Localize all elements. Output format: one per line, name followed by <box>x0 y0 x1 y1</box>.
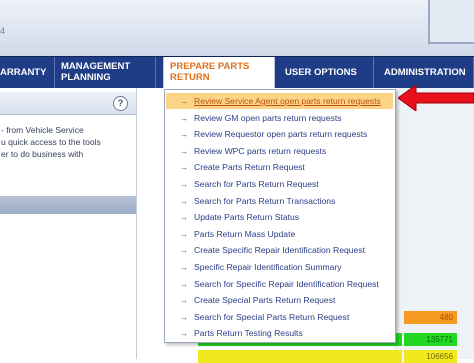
menu-item-label: Update Parts Return Status <box>194 212 300 223</box>
menu-item-label: Search for Parts Return Transactions <box>194 195 336 206</box>
menu-item-review-gm[interactable]: → Review GM open parts return requests <box>166 110 393 126</box>
tab-label: PREPARE PARTS RETURN <box>170 61 250 83</box>
tab-label: USER OPTIONS <box>285 67 357 78</box>
tab-management-planning[interactable]: MANAGEMENT PLANNING <box>55 57 156 89</box>
arrow-icon: → <box>180 180 188 189</box>
menu-item-label: Search for Special Parts Return Request <box>194 311 350 322</box>
tab-prepare-parts-return[interactable]: PREPARE PARTS RETURN <box>163 57 275 89</box>
menu-item-label: Parts Return Mass Update <box>194 228 296 239</box>
arrow-icon: → <box>180 229 188 239</box>
arrow-icon: → <box>180 263 188 272</box>
menu-item-update-status[interactable]: → Update Parts Return Status <box>166 209 393 225</box>
left-panel-intro: - from Vehicle Service u quick access to… <box>1 124 137 160</box>
menu-item-review-requestor[interactable]: → Review Requestor open parts return requ… <box>166 126 393 142</box>
menu-item-label: Specific Repair Identification Summary <box>194 262 342 272</box>
menu-item-search-transactions[interactable]: → Search for Parts Return Transactions <box>166 193 393 209</box>
menu-item-search-special-request[interactable]: → Search for Special Parts Return Request <box>166 309 393 325</box>
app-header: 4 <box>0 0 474 56</box>
menu-item-label: Search for Specific Repair Identificatio… <box>194 278 379 289</box>
intro-line: er to do business with <box>1 149 84 159</box>
help-icon[interactable]: ? <box>113 96 128 111</box>
yellow-value-cell: 106656 <box>404 350 457 363</box>
pointer-arrow-icon <box>398 85 474 111</box>
menu-item-label: Review GM open parts return requests <box>194 112 342 123</box>
green-value-cell: 135771 <box>404 333 457 346</box>
yellow-progress-bar <box>198 350 402 363</box>
tab-user-options[interactable]: USER OPTIONS <box>275 57 374 89</box>
menu-item-label: Review Requestor open parts return reque… <box>194 129 368 140</box>
tab-warranty[interactable]: ARRANTY <box>0 57 55 89</box>
menu-item-label: Search for Parts Return Request <box>194 179 319 189</box>
menu-item-label: Review Service Agent open parts return r… <box>194 96 381 106</box>
arrow-icon: → <box>180 213 188 223</box>
menu-item-testing-results[interactable]: → Parts Return Testing Results <box>166 325 393 341</box>
tab-label: MANAGEMENT PLANNING <box>61 61 131 83</box>
menu-item-label: Parts Return Testing Results <box>194 328 303 339</box>
left-panel-header: ? <box>0 92 136 115</box>
menu-item-search-sri-request[interactable]: → Search for Specific Repair Identificati… <box>166 276 393 292</box>
menu-item-search-return-request[interactable]: → Search for Parts Return Request <box>166 176 393 192</box>
header-logo-area <box>428 0 474 44</box>
arrow-icon: → <box>180 296 188 306</box>
intro-line: - from Vehicle Service <box>1 125 84 135</box>
menu-item-review-service-agent[interactable]: → Review Service Agent open parts return … <box>166 93 393 109</box>
arrow-icon: → <box>180 146 188 156</box>
arrow-icon: → <box>180 196 188 206</box>
intro-line: u quick access to the tools <box>1 137 101 147</box>
tab-label: ARRANTY <box>0 67 47 78</box>
menu-item-create-return-request[interactable]: → Create Parts Return Request <box>166 159 393 175</box>
arrow-icon: → <box>180 279 188 289</box>
orange-value-cell: 480 <box>404 311 457 324</box>
menu-item-mass-update[interactable]: → Parts Return Mass Update <box>166 226 393 242</box>
arrow-icon: → <box>180 130 188 140</box>
arrow-icon: → <box>180 97 188 106</box>
arrow-icon: → <box>180 163 188 173</box>
arrow-icon: → <box>180 113 188 123</box>
arrow-icon: → <box>180 312 188 322</box>
menu-item-label: Create Specific Repair Identification Re… <box>194 245 366 256</box>
left-panel-section-bar <box>0 196 136 214</box>
menu-item-create-sri-request[interactable]: → Create Specific Repair Identification R… <box>166 242 393 258</box>
menu-item-create-special-request[interactable]: → Create Special Parts Return Request <box>166 292 393 308</box>
header-partial-text: 4 <box>0 26 6 36</box>
left-panel: ? - from Vehicle Service u quick access … <box>0 88 137 359</box>
menu-item-label: Create Parts Return Request <box>194 162 305 173</box>
prepare-parts-return-menu: → Review Service Agent open parts return … <box>164 89 396 343</box>
menu-item-review-wpc[interactable]: → Review WPC parts return requests <box>166 143 393 159</box>
tab-label: ADMINISTRATION <box>384 67 466 78</box>
arrow-icon: → <box>180 246 188 256</box>
menu-item-label: Create Special Parts Return Request <box>194 295 336 306</box>
menu-item-sri-summary[interactable]: → Specific Repair Identification Summary <box>166 259 393 275</box>
menu-item-label: Review WPC parts return requests <box>194 145 327 156</box>
arrow-icon: → <box>180 329 188 339</box>
